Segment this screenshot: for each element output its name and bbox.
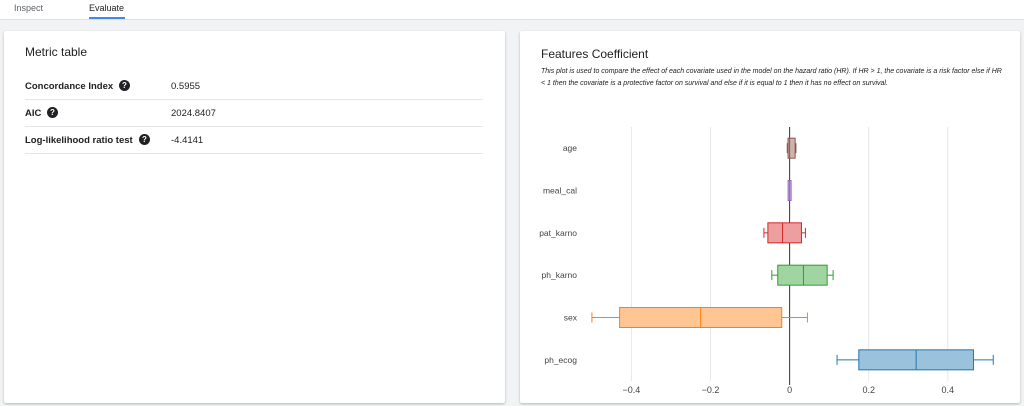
metric-table-title: Metric table <box>25 45 88 59</box>
y-tick-label: sex <box>564 313 578 323</box>
y-tick-label: ph_ecog <box>544 355 577 365</box>
metric-row-log-likelihood: Log-likelihood ratio test ? -4.4141 <box>25 127 483 154</box>
help-icon[interactable]: ? <box>119 80 130 91</box>
coefficient-box-plot: −0.4 −0.2 0 0.2 0.4 age meal_cal pat_karno ph_ka… <box>539 127 994 395</box>
x-tick-label: 0 <box>787 385 792 395</box>
help-icon[interactable]: ? <box>139 134 150 145</box>
tab-inspect[interactable]: Inspect <box>14 3 43 20</box>
y-tick-label: pat_karno <box>539 228 577 238</box>
metric-table-card: Metric table Concordance Index ? 0.5955 … <box>4 31 505 403</box>
box-age <box>787 137 796 159</box>
metric-value: 2024.8407 <box>171 108 216 119</box>
x-tick-label: 0.2 <box>862 385 875 395</box>
features-coefficient-card: Features Coefficient This plot is used t… <box>520 31 1020 403</box>
y-tick-label: age <box>563 143 577 153</box>
box-ph_karno <box>777 264 828 286</box>
metric-value: 0.5955 <box>171 81 201 92</box>
x-tick-label: 0.4 <box>942 385 955 395</box>
active-tab-indicator <box>89 17 125 19</box>
box-pat_karno <box>767 222 802 244</box>
help-icon[interactable]: ? <box>47 107 58 118</box>
y-tick-label: meal_cal <box>543 186 577 196</box>
metric-label: Concordance Index <box>25 81 114 92</box>
metric-row-aic: AIC ? 2024.8407 <box>25 100 483 127</box>
x-tick-label: −0.4 <box>623 385 641 395</box>
y-tick-label: ph_karno <box>542 270 578 280</box>
tab-bar: Inspect Evaluate <box>0 0 1024 20</box>
x-tick-label: −0.2 <box>702 385 720 395</box>
metric-value: -4.4141 <box>171 135 204 146</box>
metric-label: AIC <box>25 108 42 119</box>
metric-row-concordance: Concordance Index ? 0.5955 <box>25 73 483 100</box>
metric-label: Log-likelihood ratio test <box>25 135 133 146</box>
